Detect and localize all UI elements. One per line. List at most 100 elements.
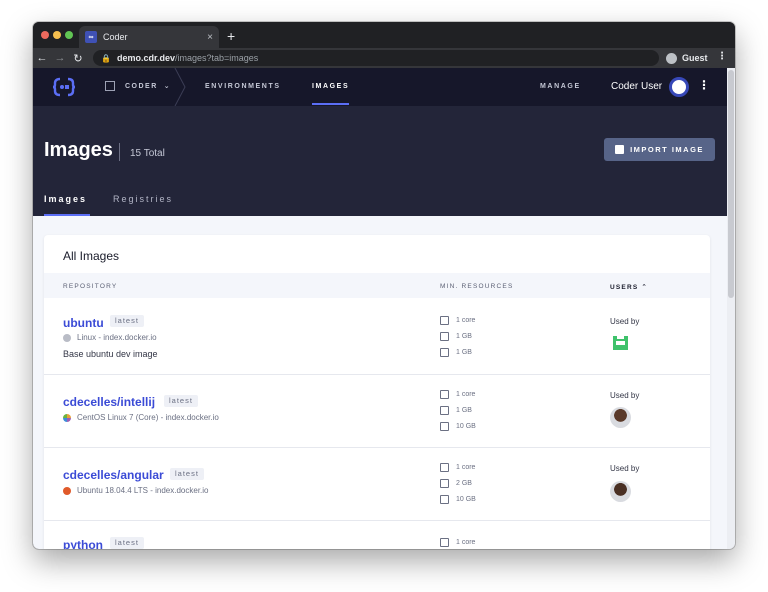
user-menu-icon[interactable]: ⋮ (698, 78, 710, 92)
avatar[interactable] (610, 334, 631, 355)
used-by-label: Used by (610, 391, 640, 400)
repo-name-link[interactable]: ubuntu (63, 316, 104, 330)
breadcrumb-separator-icon (174, 68, 186, 106)
scrollbar-thumb[interactable] (728, 70, 734, 298)
minimize-window-button[interactable] (53, 31, 61, 39)
user-avatar[interactable] (669, 77, 689, 97)
profile-button[interactable]: Guest (666, 50, 708, 66)
resource-cpu: 1 core (440, 316, 475, 325)
zoom-window-button[interactable] (65, 31, 73, 39)
os-registry: Ubuntu 18.04.4 LTS - index.docker.io (77, 486, 209, 495)
resource-cpu: 1 core (440, 463, 475, 472)
browser-tab-coder[interactable]: ∞ Coder × (79, 26, 219, 48)
image-description: Base ubuntu dev image (63, 349, 158, 359)
import-image-button[interactable]: IMPORT IMAGE (604, 138, 715, 161)
card-title: All Images (63, 249, 120, 263)
used-by-label: Used by (610, 464, 640, 473)
total-count: 15 Total (130, 148, 165, 159)
browser-menu-icon[interactable]: ⋮ (717, 51, 727, 62)
close-window-button[interactable] (41, 31, 49, 39)
tab-title: Coder (103, 32, 128, 42)
nav-link-images[interactable]: IMAGES (312, 83, 349, 90)
cpu-value: 1 core (456, 391, 476, 398)
browser-toolbar: ← → ↻ 🔒 demo.cdr.dev /images?tab=images … (33, 48, 735, 68)
column-min-resources: MIN. RESOURCES (440, 283, 514, 290)
nav-link-manage[interactable]: MANAGE (540, 83, 581, 90)
cpu-value: 1 core (456, 539, 476, 546)
tag-badge: latest (110, 315, 144, 327)
resource-disk: 10 GB (440, 422, 476, 431)
org-switcher[interactable]: CODER ⌄ (105, 81, 171, 91)
tag-badge: latest (164, 395, 198, 407)
used-by-label: Used by (610, 317, 640, 326)
column-users-sort[interactable]: USERS ⌃ (610, 283, 648, 291)
table-row[interactable]: python latest 1 core (44, 521, 710, 549)
user-name[interactable]: Coder User (611, 81, 662, 92)
os-registry: Linux - index.docker.io (77, 333, 157, 342)
memory-value: 1 GB (456, 407, 472, 414)
repo-name-link[interactable]: python (63, 538, 103, 549)
resource-memory: 1 GB (440, 406, 472, 415)
page-title: Images (44, 139, 113, 161)
forward-arrow-icon[interactable]: → (51, 52, 69, 64)
resource-disk: 10 GB (440, 495, 476, 504)
tab-strip: ∞ Coder × + (33, 22, 735, 48)
column-repository: REPOSITORY (63, 283, 118, 290)
lock-icon: 🔒 (101, 53, 111, 63)
repo-name-link[interactable]: cdecelles/angular (63, 468, 164, 482)
coder-logo-icon[interactable] (51, 76, 77, 98)
cpu-icon (440, 463, 449, 472)
title-divider (119, 143, 120, 161)
memory-value: 1 GB (456, 333, 472, 340)
address-bar[interactable]: 🔒 demo.cdr.dev /images?tab=images (93, 50, 659, 66)
memory-icon (440, 479, 449, 488)
disk-icon (440, 348, 449, 357)
new-tab-button[interactable]: + (227, 28, 235, 44)
back-arrow-icon[interactable]: ← (33, 52, 51, 64)
images-table-card: All Images REPOSITORY MIN. RESOURCES USE… (44, 235, 710, 549)
table-header: REPOSITORY MIN. RESOURCES USERS ⌃ (44, 273, 710, 298)
page-scrollbar[interactable] (727, 68, 735, 549)
tab-registries[interactable]: Registries (113, 194, 173, 204)
memory-icon (440, 332, 449, 341)
os-registry-line: CentOS Linux 7 (Core) - index.docker.io (63, 413, 219, 422)
profile-avatar-icon (666, 52, 677, 64)
tab-images[interactable]: Images (44, 194, 87, 204)
app-top-nav: CODER ⌄ ENVIRONMENTS IMAGES MANAGE Coder… (33, 68, 727, 106)
chevron-down-icon: ⌄ (163, 83, 172, 90)
avatar[interactable] (610, 481, 631, 502)
page-viewport: CODER ⌄ ENVIRONMENTS IMAGES MANAGE Coder… (33, 68, 735, 549)
cpu-icon (440, 390, 449, 399)
os-registry-line: Ubuntu 18.04.4 LTS - index.docker.io (63, 486, 209, 495)
import-icon (615, 145, 625, 154)
resource-memory: 2 GB (440, 479, 472, 488)
table-row[interactable]: cdecelles/angular latest Ubuntu 18.04.4 … (44, 448, 710, 521)
cpu-value: 1 core (456, 317, 476, 324)
tab-close-icon[interactable]: × (207, 32, 213, 43)
cpu-icon (440, 316, 449, 325)
coder-favicon-icon: ∞ (85, 31, 97, 43)
resource-disk: 1 GB (440, 348, 472, 357)
table-row[interactable]: cdecelles/intellij latest CentOS Linux 7… (44, 375, 710, 448)
resource-cpu: 1 core (440, 390, 475, 399)
ubuntu-icon (63, 486, 71, 495)
linux-icon (63, 333, 71, 342)
nav-link-environments[interactable]: ENVIRONMENTS (205, 83, 281, 90)
cpu-icon (440, 538, 449, 547)
disk-value: 10 GB (456, 496, 476, 503)
import-image-label: IMPORT IMAGE (630, 145, 704, 154)
table-row[interactable]: ubuntu latest Linux - index.docker.io Ba… (44, 298, 710, 375)
resource-memory: 1 GB (440, 332, 472, 341)
repo-name-link[interactable]: cdecelles/intellij (63, 395, 155, 409)
avatar[interactable] (610, 407, 631, 428)
browser-window: ∞ Coder × + ← → ↻ 🔒 demo.cdr.dev /images… (33, 22, 735, 549)
disk-value: 10 GB (456, 423, 476, 430)
building-icon (105, 81, 115, 91)
org-label: CODER (125, 82, 158, 90)
url-path: /images?tab=images (175, 53, 259, 63)
page-header: Images 15 Total IMPORT IMAGE Images Regi… (33, 106, 727, 216)
reload-icon[interactable]: ↻ (69, 52, 87, 65)
profile-label: Guest (682, 53, 708, 63)
memory-icon (440, 406, 449, 415)
disk-value: 1 GB (456, 349, 472, 356)
